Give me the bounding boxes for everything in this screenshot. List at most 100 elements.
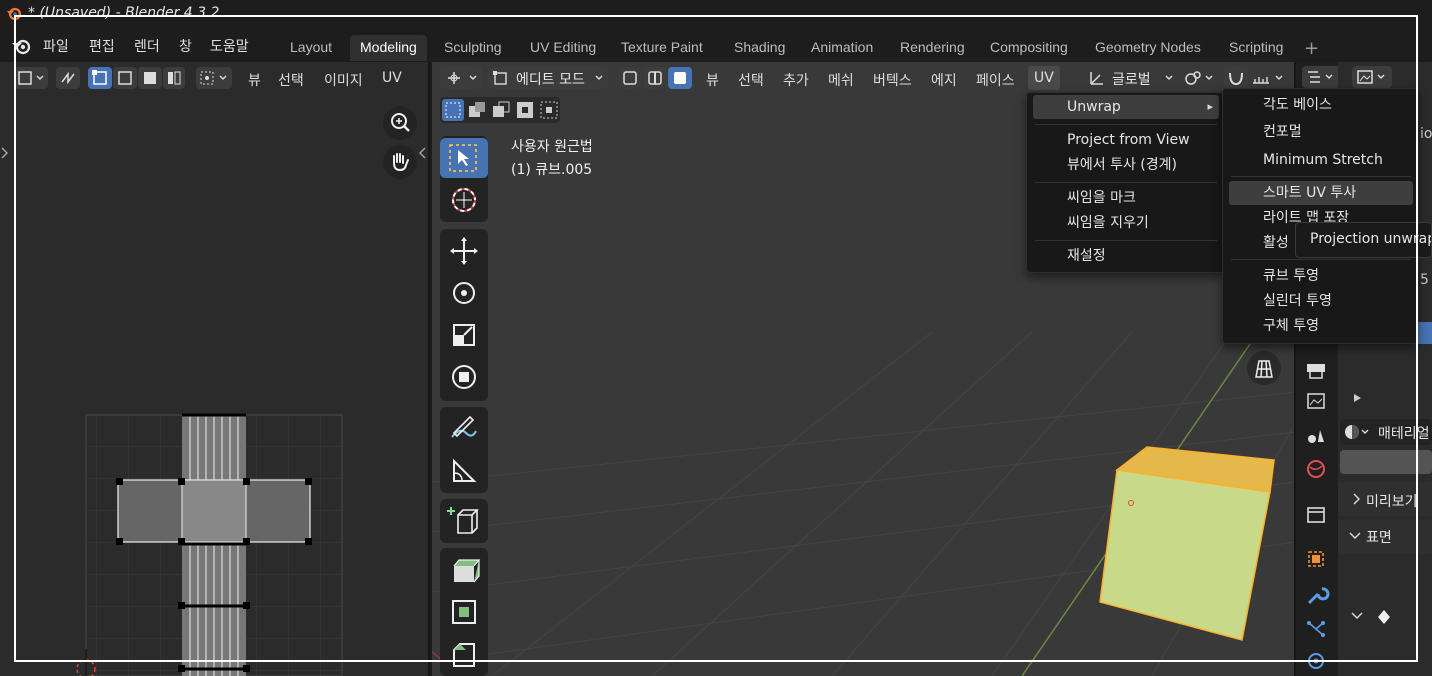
play-arrow-icon[interactable] xyxy=(1352,392,1364,404)
tab-sculpting[interactable]: Sculpting xyxy=(434,35,512,61)
clipped-button[interactable] xyxy=(1418,322,1432,344)
menu-item-project-from-view[interactable]: Project from View xyxy=(1033,128,1219,152)
menu-edit[interactable]: 편집 xyxy=(89,36,115,56)
bevel-tool[interactable] xyxy=(440,634,488,674)
edge-select-mode-button[interactable] xyxy=(113,67,137,89)
toggle-ortho-button[interactable] xyxy=(1247,351,1281,385)
vp-menu-uv[interactable]: UV xyxy=(1028,66,1060,90)
uv-menu-image[interactable]: 이미지 xyxy=(324,70,363,90)
uv-menu-view[interactable]: 뷰 xyxy=(248,70,261,90)
tab-modifiers[interactable] xyxy=(1298,580,1334,610)
face-mode-button[interactable] xyxy=(668,67,692,89)
menu-item-smart-uv-project[interactable]: 스마트 UV 투사 xyxy=(1229,181,1413,205)
menu-help[interactable]: 도움말 xyxy=(210,36,249,56)
sticky-select-dropdown[interactable] xyxy=(196,67,232,89)
socket-expand-icon[interactable] xyxy=(1350,608,1390,626)
extrude-tool[interactable] xyxy=(440,550,488,590)
tab-physics[interactable] xyxy=(1298,647,1334,676)
select-invert-button[interactable] xyxy=(514,99,536,121)
tab-uv-editing[interactable]: UV Editing xyxy=(520,35,606,61)
object-interaction-dropdown[interactable] xyxy=(440,67,482,89)
transform-orientation-dropdown[interactable]: 글로벌 xyxy=(1084,67,1190,89)
preview-panel-header[interactable]: 미리보기 xyxy=(1338,482,1432,516)
select-new-button[interactable] xyxy=(442,99,464,121)
menu-item-angle-based[interactable]: 각도 베이스 xyxy=(1229,93,1413,117)
menu-item-project-from-view-bounds[interactable]: 뷰에서 투사 (경계) xyxy=(1033,153,1219,177)
tab-layout[interactable]: Layout xyxy=(280,35,342,61)
tab-object[interactable] xyxy=(1298,544,1334,574)
vp-menu-add[interactable]: 추가 xyxy=(783,70,809,90)
snapping-toggle[interactable] xyxy=(1224,67,1248,89)
menu-item-reset[interactable]: 재설정 xyxy=(1033,244,1219,268)
sync-selection-toggle[interactable] xyxy=(56,67,80,89)
tab-collection[interactable] xyxy=(1298,500,1334,530)
properties-type-dropdown[interactable] xyxy=(1352,66,1392,88)
menu-item-minimum-stretch[interactable]: Minimum Stretch xyxy=(1229,148,1413,172)
edge-mode-button[interactable] xyxy=(643,67,667,89)
face-select-mode-button[interactable] xyxy=(138,67,162,89)
tab-world[interactable] xyxy=(1298,454,1334,484)
vp-menu-view[interactable]: 뷰 xyxy=(706,70,719,90)
menu-render[interactable]: 렌더 xyxy=(134,36,160,56)
snap-target-dropdown[interactable] xyxy=(1250,67,1290,89)
inset-tool[interactable] xyxy=(440,592,488,632)
editor-type-button[interactable] xyxy=(14,67,48,89)
select-subtract-button[interactable] xyxy=(490,99,512,121)
select-extend-button[interactable] xyxy=(466,99,488,121)
menu-item-clear-seam[interactable]: 씨임을 지우기 xyxy=(1033,211,1219,235)
transform-tool[interactable] xyxy=(440,357,488,397)
tab-particles[interactable] xyxy=(1298,614,1334,644)
menu-item-mark-seam[interactable]: 씨임을 마크 xyxy=(1033,186,1219,210)
tab-compositing[interactable]: Compositing xyxy=(980,35,1078,61)
menu-window[interactable]: 창 xyxy=(179,36,192,56)
cursor-tool[interactable] xyxy=(440,180,488,220)
material-slot-row[interactable]: 매테리얼 xyxy=(1340,419,1432,445)
area-separator[interactable] xyxy=(428,62,430,676)
tab-scene[interactable] xyxy=(1298,420,1334,450)
vp-menu-mesh[interactable]: 메쉬 xyxy=(828,70,854,90)
measure-tool[interactable] xyxy=(440,451,488,491)
uv-canvas[interactable] xyxy=(0,94,428,676)
tab-output[interactable] xyxy=(1298,354,1334,384)
tab-rendering[interactable]: Rendering xyxy=(890,35,975,61)
tab-view-layer[interactable] xyxy=(1298,386,1334,416)
tab-shading[interactable]: Shading xyxy=(724,35,795,61)
collapse-sidebar-icon[interactable] xyxy=(418,146,428,160)
tab-modeling[interactable]: Modeling xyxy=(350,35,427,61)
tab-geometry-nodes[interactable]: Geometry Nodes xyxy=(1085,35,1211,61)
uv-menu-select[interactable]: 선택 xyxy=(278,70,304,90)
menu-item-cylinder-projection[interactable]: 실린더 투영 xyxy=(1229,289,1413,313)
vp-menu-vertex[interactable]: 버텍스 xyxy=(873,70,912,90)
menu-file[interactable]: 파일 xyxy=(43,36,69,56)
tab-animation[interactable]: Animation xyxy=(801,35,883,61)
island-select-mode-button[interactable] xyxy=(163,67,185,89)
menu-item-unwrap[interactable]: Unwrap ▸ xyxy=(1033,95,1219,119)
tab-texture-paint[interactable]: Texture Paint xyxy=(611,35,713,61)
add-workspace-button[interactable]: + xyxy=(1304,38,1319,59)
outliner-filter-dropdown[interactable] xyxy=(1302,66,1340,88)
pan-button[interactable] xyxy=(383,145,417,179)
menu-item-sphere-projection[interactable]: 구체 투영 xyxy=(1229,314,1413,338)
edit-mode-dropdown[interactable]: 에디트 모드 xyxy=(488,67,608,89)
zoom-button[interactable] xyxy=(383,106,417,140)
vp-menu-face[interactable]: 페이스 xyxy=(976,70,1015,90)
tab-scripting[interactable]: Scripting xyxy=(1219,35,1293,61)
select-intersect-button[interactable] xyxy=(538,99,560,121)
menu-item-cube-projection[interactable]: 큐브 투영 xyxy=(1229,264,1413,288)
vertex-select-mode-button[interactable] xyxy=(88,67,112,89)
vertex-mode-button[interactable] xyxy=(618,67,642,89)
annotate-tool[interactable] xyxy=(440,409,488,449)
menu-item-conformal[interactable]: 컨포멀 xyxy=(1229,120,1413,144)
move-tool[interactable] xyxy=(440,231,488,271)
surface-panel-header[interactable]: 표면 xyxy=(1338,520,1432,554)
add-cube-tool[interactable] xyxy=(440,501,488,541)
vp-menu-select[interactable]: 선택 xyxy=(738,70,764,90)
rotate-tool[interactable] xyxy=(440,273,488,313)
pivot-point-dropdown[interactable] xyxy=(1182,67,1218,89)
expand-sidebar-icon[interactable] xyxy=(0,146,10,160)
scale-tool[interactable] xyxy=(440,315,488,355)
select-box-tool[interactable] xyxy=(440,138,488,178)
uv-menu-uv[interactable]: UV xyxy=(382,70,402,86)
vp-menu-edge[interactable]: 에지 xyxy=(931,70,957,90)
blender-menu-icon[interactable] xyxy=(12,37,32,55)
